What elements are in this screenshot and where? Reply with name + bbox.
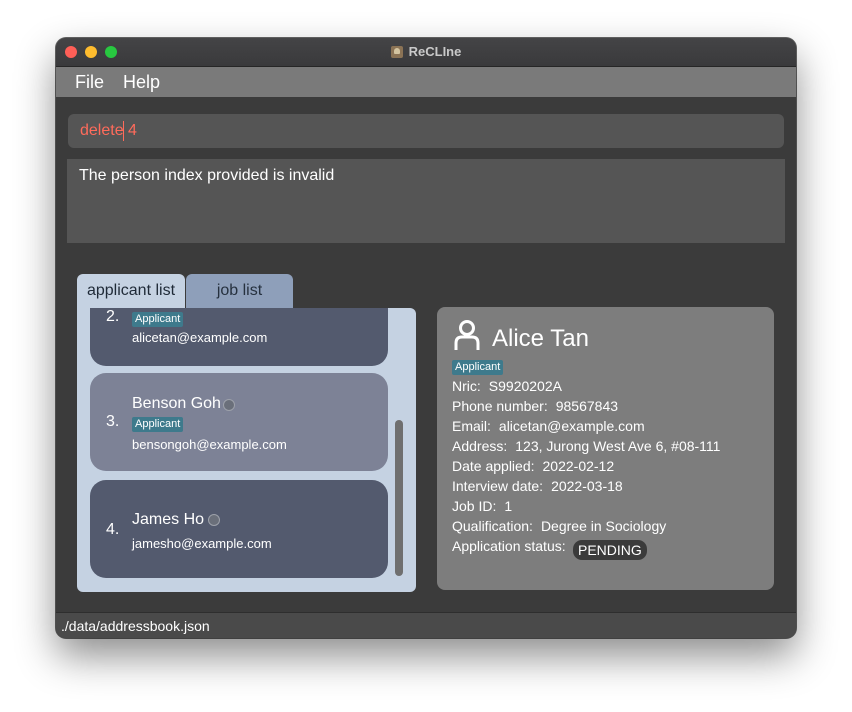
- app-window: ReCLIne File Help delete 4 The person in…: [56, 38, 796, 638]
- field-label: Interview date:: [452, 478, 544, 494]
- field-label: Date applied:: [452, 458, 535, 474]
- command-input-text: delete 4: [80, 122, 137, 139]
- field-label: Email:: [452, 418, 491, 434]
- field-label: Job ID:: [452, 498, 497, 514]
- list-item-email: alicetan@example.com: [132, 330, 268, 345]
- field-label: Qualification:: [452, 518, 533, 534]
- detail-field-job-id: Job ID: 1: [452, 498, 512, 514]
- detail-field-date-applied: Date applied: 2022-02-12: [452, 458, 614, 474]
- list-item[interactable]: 2. Applicant alicetan@example.com: [90, 308, 388, 366]
- applicant-tag: Applicant: [132, 417, 184, 432]
- field-label: Phone number:: [452, 398, 548, 414]
- detail-name: Alice Tan: [492, 325, 589, 352]
- list-item-index: 4.: [106, 521, 120, 538]
- save-file-path: ./data/addressbook.json: [61, 618, 210, 634]
- window-title-text: ReCLIne: [408, 44, 462, 59]
- window-title: ReCLIne: [56, 38, 796, 66]
- field-label: Nric:: [452, 378, 481, 394]
- field-value: Degree in Sociology: [540, 518, 667, 534]
- applicant-tag: Applicant: [132, 312, 184, 327]
- detail-field-nric: Nric: S9920202A: [452, 378, 562, 394]
- detail-field-qualification: Qualification: Degree in Sociology: [452, 518, 666, 534]
- title-bar[interactable]: ReCLIne: [56, 38, 796, 67]
- menu-bar: File Help: [56, 67, 796, 97]
- detail-field-address: Address: 123, Jurong West Ave 6, #08-111: [452, 438, 720, 454]
- detail-tag: Applicant: [452, 360, 504, 375]
- list-scrollbar[interactable]: [395, 420, 403, 576]
- status-dot-icon: [208, 514, 220, 526]
- list-item-email: bensongoh@example.com: [132, 437, 287, 452]
- status-bar: ./data/addressbook.json: [56, 612, 796, 638]
- detail-field-status-label: Application status:: [452, 538, 566, 554]
- app-icon: [390, 46, 403, 58]
- person-icon: [454, 320, 480, 350]
- list-item-name: Benson Goh: [132, 395, 221, 412]
- applicant-list-panel[interactable]: 2. Applicant alicetan@example.com 3. Ben…: [77, 308, 416, 592]
- field-label: Address:: [452, 438, 508, 454]
- tab-applicant-list[interactable]: applicant list: [77, 274, 185, 308]
- field-value: S9920202A: [488, 378, 562, 394]
- result-message: The person index provided is invalid: [79, 167, 335, 184]
- list-item-index: 2.: [106, 308, 120, 325]
- applicant-detail-panel: Alice Tan Applicant Nric: S9920202A Phone…: [437, 307, 774, 590]
- field-value: 123, Jurong West Ave 6, #08-111: [515, 438, 721, 454]
- detail-field-email: Email: alicetan@example.com: [452, 418, 645, 434]
- detail-field-interview-date: Interview date: 2022-03-18: [452, 478, 623, 494]
- status-badge: PENDING: [573, 540, 647, 560]
- list-item-index: 3.: [106, 413, 120, 430]
- menu-help[interactable]: Help: [123, 67, 160, 97]
- result-display[interactable]: The person index provided is invalid: [67, 159, 785, 243]
- field-value: 2022-02-12: [542, 458, 615, 474]
- status-dot-icon: [223, 399, 235, 411]
- detail-field-phone: Phone number: 98567843: [452, 398, 618, 414]
- menu-file[interactable]: File: [75, 67, 104, 97]
- list-item[interactable]: 3. Benson Goh Applicant bensongoh@exampl…: [90, 373, 388, 471]
- command-input[interactable]: delete 4: [68, 114, 784, 148]
- field-value: 2022-03-18: [551, 478, 623, 494]
- field-value: 1: [504, 498, 513, 514]
- list-item-email: jamesho@example.com: [132, 536, 272, 551]
- field-value: alicetan@example.com: [498, 418, 645, 434]
- list-item-name: James Ho: [132, 511, 205, 528]
- text-caret: [123, 121, 124, 141]
- tab-job-list[interactable]: job list: [186, 274, 293, 308]
- list-item[interactable]: 4. James Ho jamesho@example.com: [90, 480, 388, 578]
- field-value: 98567843: [555, 398, 619, 414]
